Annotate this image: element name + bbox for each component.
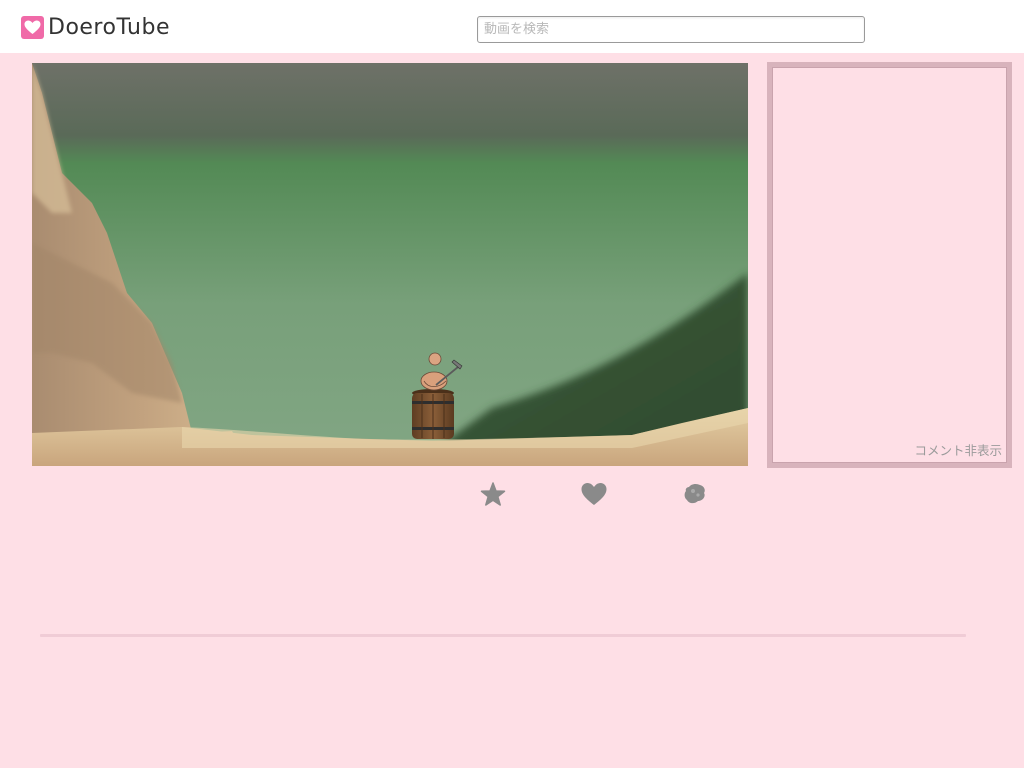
blob-icon	[684, 483, 705, 504]
site-logo[interactable]: DoeroTube	[21, 13, 170, 41]
heart-icon	[21, 15, 44, 39]
search-input[interactable]	[477, 16, 865, 43]
share-button[interactable]	[681, 480, 709, 508]
favorite-button[interactable]	[479, 480, 507, 508]
comment-panel: コメント非表示	[767, 62, 1012, 468]
video-player[interactable]	[32, 63, 748, 466]
video-frame	[32, 63, 748, 466]
hide-comments-toggle[interactable]: コメント非表示	[914, 440, 1002, 459]
section-divider	[40, 634, 966, 637]
heart-icon	[581, 483, 607, 505]
like-button[interactable]	[580, 480, 608, 508]
site-header: DoeroTube	[0, 0, 1024, 53]
star-icon	[480, 482, 506, 506]
site-title: DoeroTube	[48, 14, 170, 40]
comment-area	[772, 67, 1007, 463]
